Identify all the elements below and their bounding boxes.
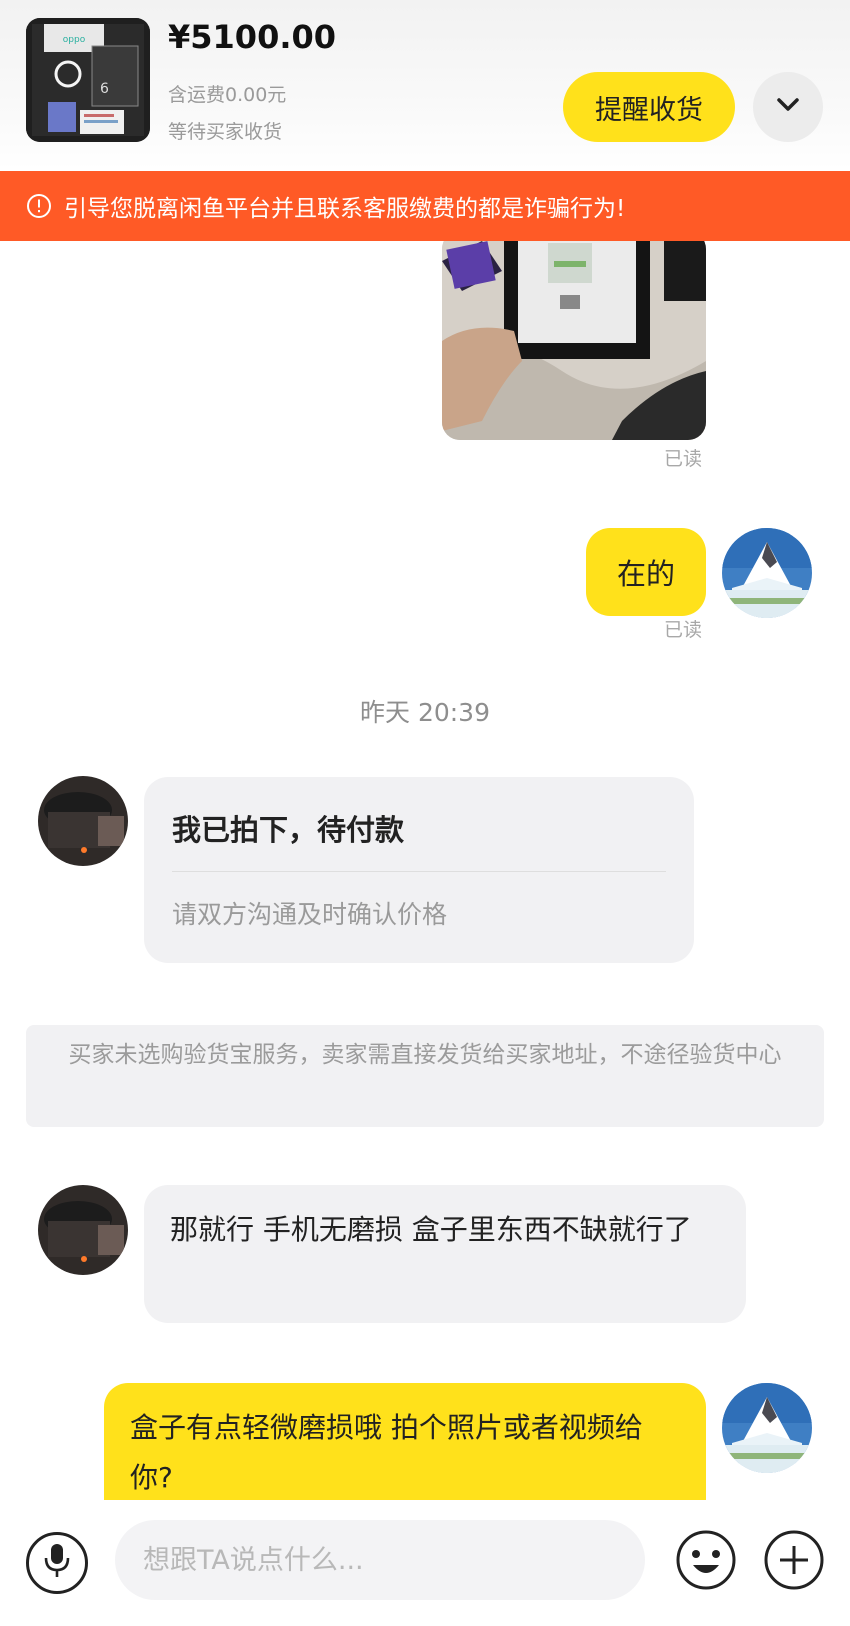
buyer-avatar[interactable]: [38, 1185, 128, 1275]
outgoing-message-bubble[interactable]: 盒子有点轻微磨损哦 拍个照片或者视频给你?: [104, 1383, 706, 1500]
more-options-button[interactable]: [762, 1530, 826, 1594]
order-price: ¥5100.00: [168, 18, 337, 56]
message-input[interactable]: [115, 1520, 645, 1600]
expand-button[interactable]: [753, 72, 823, 142]
message-input-bar: [0, 1500, 850, 1626]
product-thumbnail[interactable]: oppo 6: [26, 18, 150, 142]
fraud-warning-banner: 引导您脱离闲鱼平台并且联系客服缴费的都是诈骗行为!: [0, 171, 850, 241]
svg-text:oppo: oppo: [63, 35, 86, 45]
remind-receipt-button[interactable]: 提醒收货: [563, 72, 735, 142]
shipping-fee: 含运费0.00元: [168, 84, 287, 106]
my-avatar[interactable]: [722, 528, 812, 618]
read-receipt: 已读: [664, 619, 703, 641]
plus-circle-icon: [763, 1529, 825, 1595]
system-notice: 买家未选购验货宝服务，卖家需直接发货给买家地址，不途径验货中心: [26, 1025, 824, 1127]
card-divider: [172, 871, 666, 872]
my-avatar[interactable]: [722, 1383, 812, 1473]
chevron-down-icon: [775, 96, 801, 118]
alert-circle-icon: [26, 193, 52, 219]
read-receipt: 已读: [664, 448, 703, 470]
photo-message[interactable]: [442, 241, 706, 440]
chat-thread[interactable]: 已读 在的 已读 昨天 20:39 我已拍下，待付款 请双方沟通及时确认价格 买…: [0, 241, 850, 1500]
order-card-subtitle: 请双方沟通及时确认价格: [172, 900, 448, 929]
svg-text:6: 6: [100, 81, 109, 97]
incoming-message-bubble[interactable]: 那就行 手机无磨损 盒子里东西不缺就行了: [144, 1185, 746, 1323]
warning-text: 引导您脱离闲鱼平台并且联系客服缴费的都是诈骗行为!: [64, 196, 626, 222]
outgoing-message-bubble[interactable]: 在的: [586, 528, 706, 616]
order-status-card[interactable]: 我已拍下，待付款 请双方沟通及时确认价格: [144, 777, 694, 963]
buyer-avatar[interactable]: [38, 776, 128, 866]
order-card-title: 我已拍下，待付款: [172, 813, 405, 847]
emoji-button[interactable]: [674, 1530, 738, 1594]
voice-button[interactable]: [26, 1532, 88, 1594]
order-header: oppo 6 ¥5100.00 含运费0.00元 等待买家收货 提醒收货: [0, 0, 850, 170]
order-status: 等待买家收货: [168, 121, 283, 143]
smiley-icon: [675, 1529, 737, 1595]
microphone-icon: [42, 1542, 72, 1584]
message-timestamp: 昨天 20:39: [360, 698, 490, 727]
